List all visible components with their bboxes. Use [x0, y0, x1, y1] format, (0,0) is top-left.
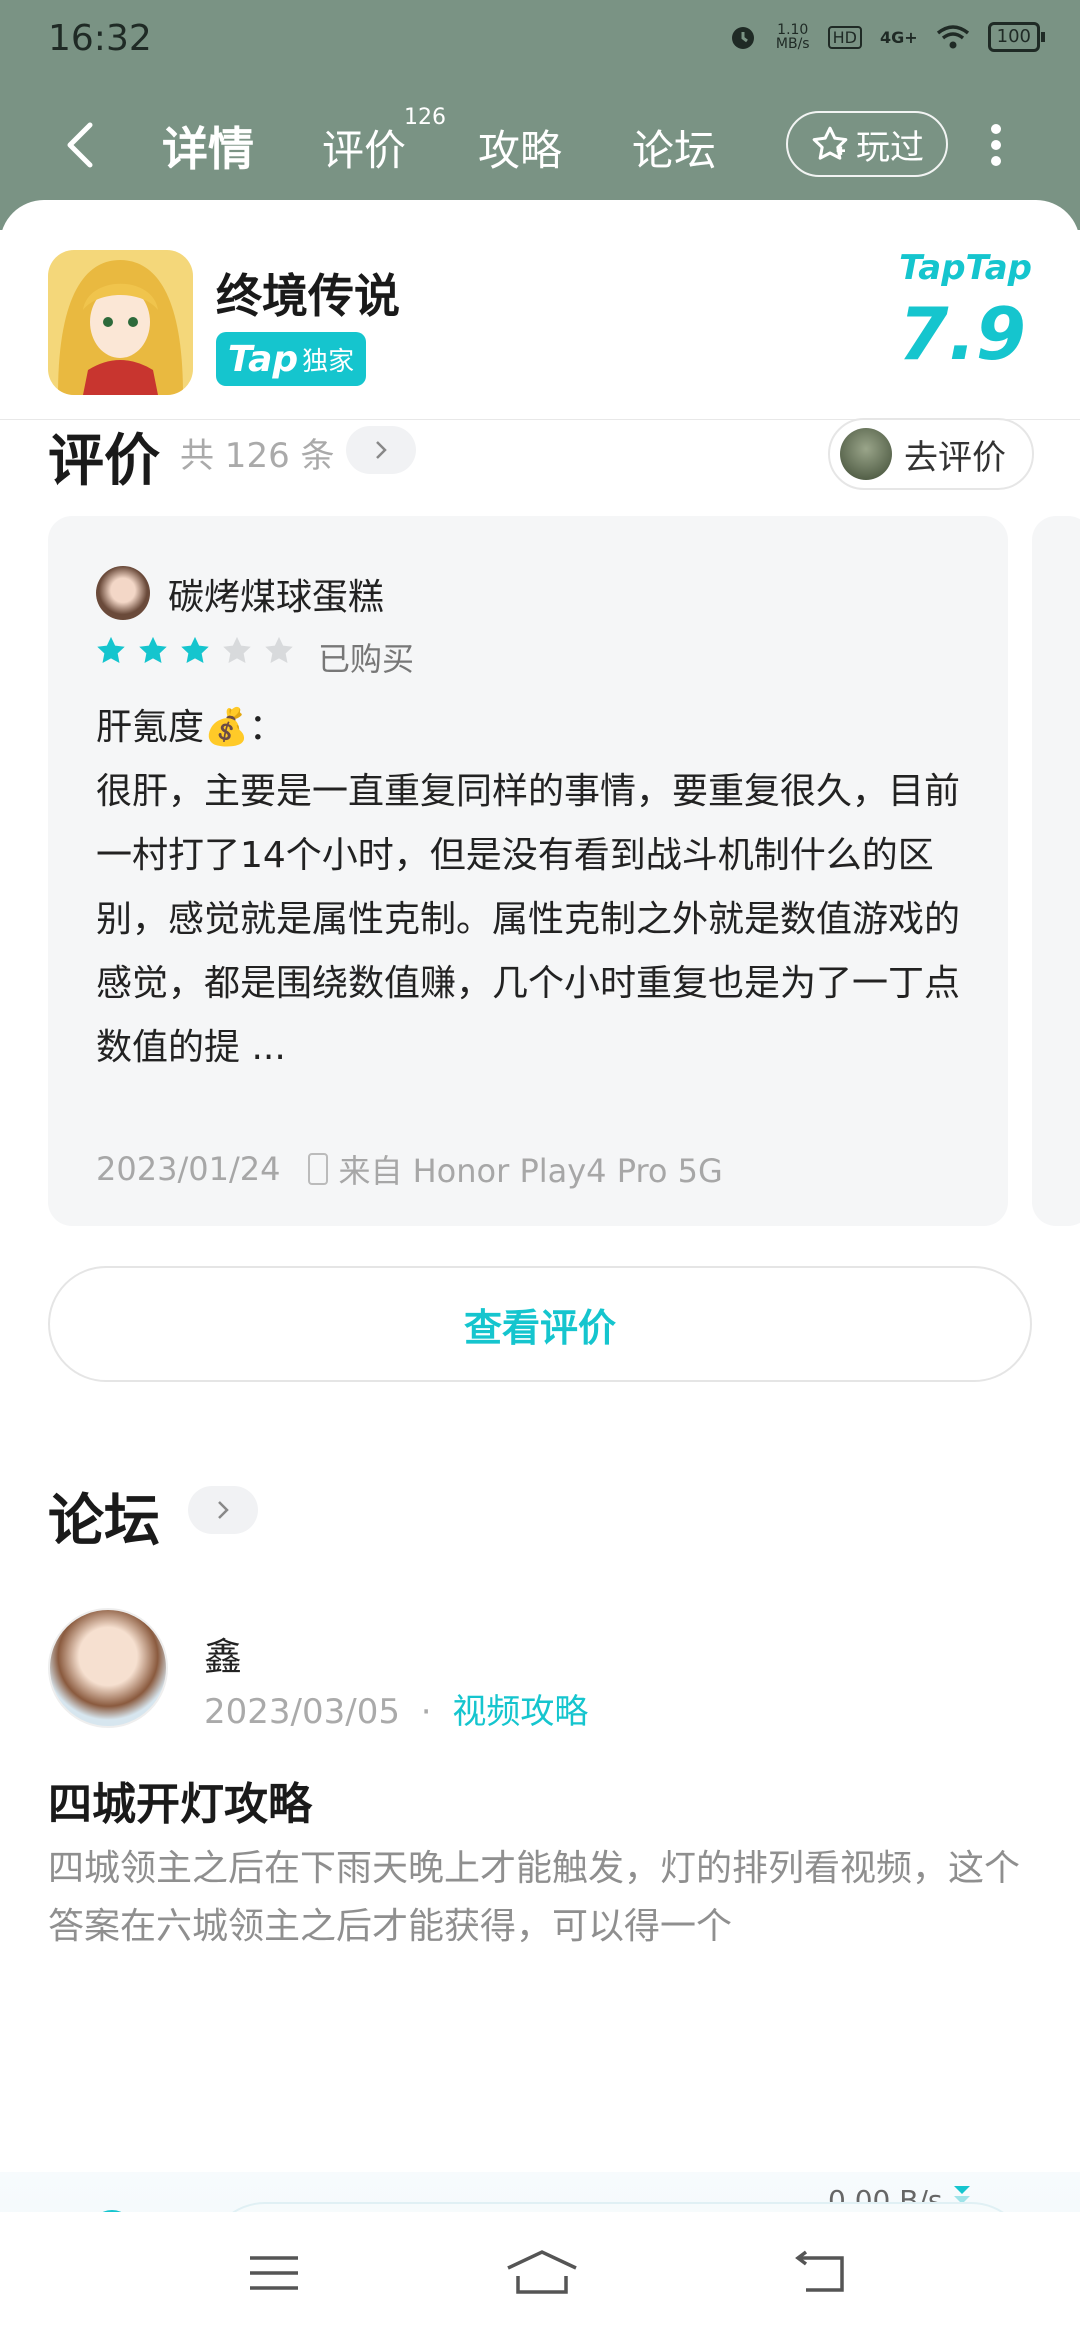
- back-arrow-icon[interactable]: [60, 115, 100, 175]
- reviewer-avatar[interactable]: [96, 566, 150, 620]
- star-empty-icon: [223, 636, 251, 664]
- post-category[interactable]: 视频攻略: [452, 1692, 588, 1732]
- next-review-card[interactable]: [1032, 516, 1080, 1226]
- hd-icon: HD: [827, 25, 862, 49]
- rating-score: 7.9: [898, 292, 1026, 376]
- net-speed: 1.10 MB/s: [776, 23, 810, 51]
- status-time: 16:32: [48, 18, 152, 59]
- post-date: 2023/03/05: [204, 1692, 400, 1732]
- star-empty-icon: [265, 636, 293, 664]
- played-label: 玩过: [856, 127, 924, 168]
- tab-forum[interactable]: 论坛: [632, 117, 716, 178]
- home-icon[interactable]: [504, 2248, 580, 2298]
- played-button[interactable]: 玩过: [786, 111, 948, 177]
- signal-icon: 4G+: [879, 27, 918, 47]
- star-filled-icon: [181, 636, 209, 664]
- post-author[interactable]: 鑫: [204, 1626, 242, 1681]
- post-title[interactable]: 四城开灯攻略: [48, 1768, 312, 1832]
- review-body: 肝氪度💰： 很肝，主要是一直重复同样的事情，要重复很久，目前一村打了14个小时，…: [96, 707, 961, 1068]
- system-nav-bar: [0, 2212, 1080, 2340]
- review-date: 2023/01/24: [96, 1150, 281, 1188]
- tap-badge-brand: Tap: [227, 338, 299, 380]
- chevron-right-icon: [376, 441, 387, 459]
- tab-reviews[interactable]: 评价: [322, 117, 406, 178]
- rating-stars: [94, 634, 296, 668]
- tab-guides[interactable]: 攻略: [478, 117, 562, 178]
- battery-icon: 100: [987, 22, 1046, 52]
- tap-badge-text: 独家: [302, 346, 355, 377]
- write-review-label: 去评价: [904, 437, 1006, 478]
- review-footer: 2023/01/24 来自 Honor Play4 Pro 5G: [96, 1146, 723, 1192]
- wifi-icon: [936, 25, 969, 49]
- tap-exclusive-badge: Tap 独家: [216, 332, 366, 386]
- game-icon: [48, 250, 193, 395]
- post-excerpt[interactable]: 四城领主之后在下雨天晚上才能触发，灯的排列看视频，这个答案在六城领主之后才能获得…: [48, 1840, 1038, 1956]
- meta-separator: ·: [420, 1692, 432, 1732]
- status-bar: 16:32 1.10 MB/s HD 4G+ 100: [0, 0, 1080, 80]
- reviews-more-button[interactable]: [346, 426, 416, 474]
- more-icon[interactable]: [990, 123, 1002, 167]
- review-count-badge: 126: [404, 105, 446, 130]
- reviews-count[interactable]: 共 126 条: [180, 428, 335, 477]
- game-header: 终境传说 Tap 独家 TapTap 7.9: [0, 200, 1080, 420]
- star-filled-icon: [139, 636, 167, 664]
- alarm-icon: [731, 27, 754, 49]
- status-icons: 1.10 MB/s HD 4G+ 100: [728, 22, 1046, 52]
- net-speed-unit: MB/s: [775, 36, 810, 52]
- net-speed-value: 1.10: [777, 22, 809, 38]
- review-card[interactable]: 碳烤煤球蛋糕 已购买 肝氪度💰： 很肝，主要是一直重复同样的事情，要重复很久，目…: [48, 516, 1008, 1226]
- review-device: 来自 Honor Play4 Pro 5G: [338, 1152, 723, 1190]
- back-icon[interactable]: [792, 2248, 852, 2298]
- reviews-section-title[interactable]: 评价: [48, 416, 160, 497]
- tab-details[interactable]: 详情: [162, 113, 254, 179]
- star-filled-icon: [97, 636, 125, 664]
- purchased-label: 已购买: [318, 640, 415, 678]
- forum-section-title[interactable]: 论坛: [48, 1476, 160, 1557]
- chevron-right-icon: [218, 1501, 229, 1519]
- phone-icon: [308, 1153, 329, 1185]
- post-author-avatar[interactable]: [48, 1608, 168, 1728]
- forum-more-button[interactable]: [188, 1486, 258, 1534]
- rating-source: TapTap: [899, 248, 1032, 288]
- user-avatar: [840, 428, 892, 480]
- post-meta: 2023/03/05 · 视频攻略: [204, 1684, 588, 1733]
- top-nav: 详情 评价 126 攻略 论坛 玩过: [0, 95, 1080, 195]
- menu-icon[interactable]: [246, 2248, 302, 2298]
- star-outline-icon: [812, 126, 848, 160]
- write-review-button[interactable]: 去评价: [828, 418, 1034, 490]
- game-title: 终境传说: [216, 269, 400, 323]
- reviewer-name[interactable]: 碳烤煤球蛋糕: [168, 568, 384, 620]
- main-content: 终境传说 Tap 独家 TapTap 7.9 评价 共 126 条 去评价 碳烤…: [0, 200, 1080, 2340]
- see-reviews-button[interactable]: 查看评价: [48, 1266, 1032, 1382]
